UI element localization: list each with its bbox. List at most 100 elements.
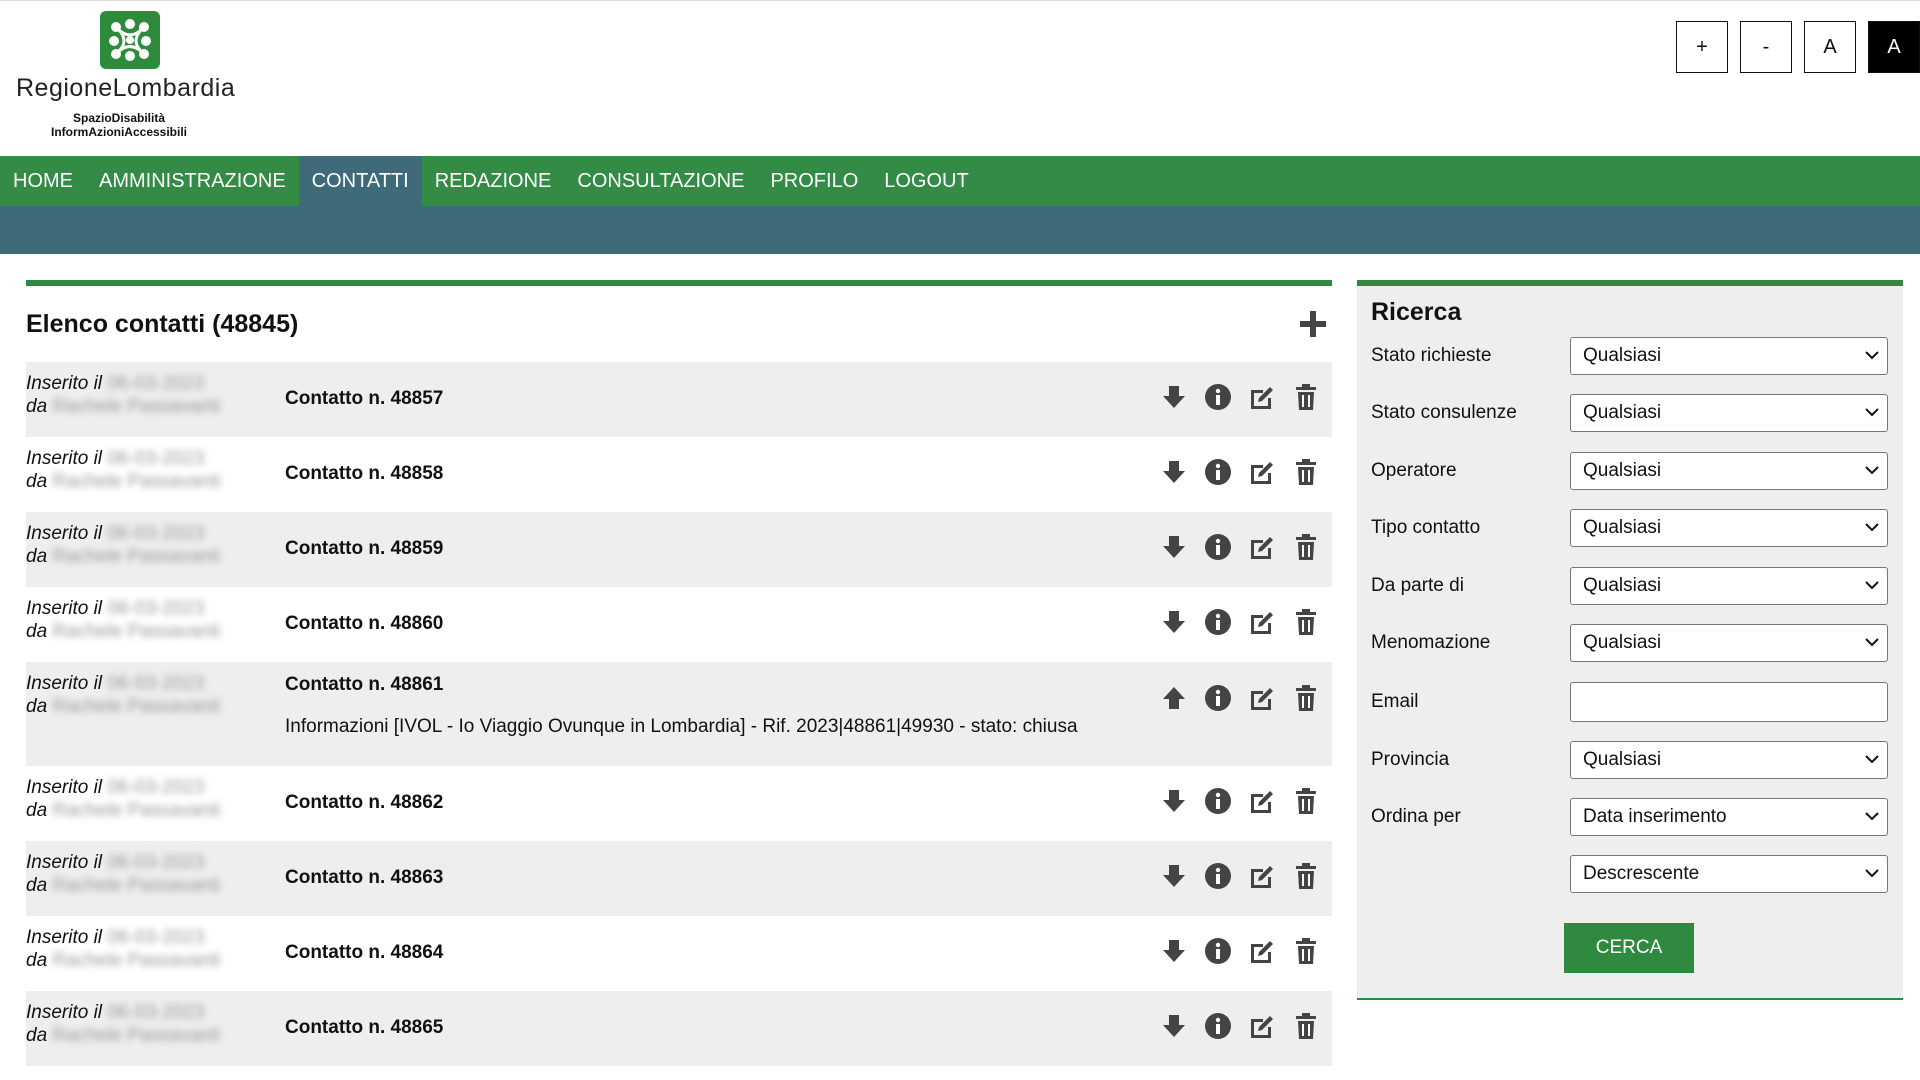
contact-meta: Inserito il 06-03-2023 da Rachele Passava… [26,851,220,897]
search-field-label: Tipo contatto [1371,517,1481,538]
contact-meta: Inserito il 06-03-2023 da Rachele Passava… [26,672,220,718]
inserted-by-user-redacted: Rachele Passavanti [52,696,221,717]
search-select-value: Qualsiasi [1583,749,1662,770]
chevron-down-icon [1865,351,1879,360]
inserted-date-redacted: 06-03-2023 [107,852,205,873]
contact-meta: Inserito il 06-03-2023 da Rachele Passava… [26,597,220,643]
nav-item-contatti[interactable]: CONTATTI [298,156,422,206]
inserted-date-redacted: 06-03-2023 [107,373,205,394]
contacts-list-header: Elenco contatti (48845) [26,286,1332,362]
search-field-label: Stato consulenze [1371,402,1517,423]
search-select[interactable]: Qualsiasi [1570,452,1888,490]
info-icon[interactable] [1204,457,1232,487]
info-icon[interactable] [1204,1011,1232,1041]
search-select[interactable]: Qualsiasi [1570,741,1888,779]
search-select-value: Data inserimento [1583,806,1727,827]
nav-item-home[interactable]: HOME [0,156,86,206]
contacts-list: Inserito il 06-03-2023 da Rachele Passava… [26,362,1332,1066]
nav-item-redazione[interactable]: REDAZIONE [422,156,565,206]
contact-meta: Inserito il 06-03-2023 da Rachele Passava… [26,372,220,418]
edit-icon[interactable] [1248,786,1276,816]
expand-arrow-icon[interactable] [1160,607,1188,637]
search-select-value: Qualsiasi [1583,345,1662,366]
inserted-by-user-redacted: Rachele Passavanti [52,1025,221,1046]
expand-arrow-icon[interactable] [1160,382,1188,412]
expand-arrow-icon[interactable] [1160,457,1188,487]
nav-item-logout[interactable]: LOGOUT [871,156,981,206]
contact-meta: Inserito il 06-03-2023 da Rachele Passava… [26,926,220,972]
inserted-date-redacted: 06-03-2023 [107,673,205,694]
nav-item-profilo[interactable]: PROFILO [757,156,871,206]
high-contrast-button[interactable]: A [1868,21,1920,73]
add-contact-icon[interactable] [1298,309,1328,339]
info-icon[interactable] [1204,532,1232,562]
brand-name: RegioneLombardia [16,74,236,102]
contact-actions [1160,382,1320,412]
search-title: Ricerca [1371,298,1462,326]
inserted-by-label: da [26,696,48,717]
trash-icon[interactable] [1292,786,1320,816]
search-select[interactable]: Qualsiasi [1570,624,1888,662]
inserted-by-label: da [26,396,48,417]
search-select-value: Qualsiasi [1583,460,1662,481]
nav-item-amministrazione[interactable]: AMMINISTRAZIONE [86,156,299,206]
trash-icon[interactable] [1292,936,1320,966]
edit-icon[interactable] [1248,1011,1276,1041]
font-decrease-button[interactable]: - [1740,21,1792,73]
trash-icon[interactable] [1292,382,1320,412]
expand-arrow-icon[interactable] [1160,532,1188,562]
trash-icon[interactable] [1292,607,1320,637]
font-increase-button[interactable]: + [1676,21,1728,73]
info-icon[interactable] [1204,936,1232,966]
info-icon[interactable] [1204,607,1232,637]
search-select-value: Qualsiasi [1583,517,1662,538]
chevron-down-icon [1865,812,1879,821]
edit-icon[interactable] [1248,607,1276,637]
contact-row: Inserito il 06-03-2023 da Rachele Passava… [26,991,1332,1066]
trash-icon[interactable] [1292,683,1320,713]
chevron-down-icon [1865,523,1879,532]
search-select[interactable]: Qualsiasi [1570,394,1888,432]
inserted-label: Inserito il [26,852,103,873]
contact-title: Contatto n. 48858 [285,463,444,484]
search-select[interactable]: Descrescente [1570,855,1888,893]
collapse-arrow-icon[interactable] [1160,683,1188,713]
contact-meta: Inserito il 06-03-2023 da Rachele Passava… [26,447,220,493]
edit-icon[interactable] [1248,861,1276,891]
info-icon[interactable] [1204,861,1232,891]
info-icon[interactable] [1204,382,1232,412]
contact-actions [1160,786,1320,816]
trash-icon[interactable] [1292,457,1320,487]
contact-meta: Inserito il 06-03-2023 da Rachele Passava… [26,1001,220,1047]
search-select[interactable]: Qualsiasi [1570,337,1888,375]
info-icon[interactable] [1204,683,1232,713]
inserted-date-redacted: 06-03-2023 [107,448,205,469]
expand-arrow-icon[interactable] [1160,936,1188,966]
contact-row: Inserito il 06-03-2023 da Rachele Passava… [26,362,1332,437]
search-select[interactable]: Qualsiasi [1570,567,1888,605]
expand-arrow-icon[interactable] [1160,786,1188,816]
trash-icon[interactable] [1292,1011,1320,1041]
trash-icon[interactable] [1292,532,1320,562]
email-field[interactable] [1570,682,1888,722]
nav-item-consultazione[interactable]: CONSULTAZIONE [564,156,757,206]
search-submit-button[interactable]: CERCA [1564,923,1694,973]
trash-icon[interactable] [1292,861,1320,891]
edit-icon[interactable] [1248,532,1276,562]
inserted-date-redacted: 06-03-2023 [107,927,205,948]
search-field-label: Stato richieste [1371,345,1492,366]
expand-arrow-icon[interactable] [1160,861,1188,891]
brand-subtitle-line1: SpazioDisabilità [72,111,166,125]
edit-icon[interactable] [1248,457,1276,487]
info-icon[interactable] [1204,786,1232,816]
edit-icon[interactable] [1248,382,1276,412]
expand-arrow-icon[interactable] [1160,1011,1188,1041]
search-select[interactable]: Qualsiasi [1570,509,1888,547]
regione-lombardia-logo[interactable]: RegioneLombardia SpazioDisabilità Inform… [14,9,254,149]
edit-icon[interactable] [1248,683,1276,713]
search-select[interactable]: Data inserimento [1570,798,1888,836]
edit-icon[interactable] [1248,936,1276,966]
search-field-label: Email [1371,691,1419,712]
normal-contrast-button[interactable]: A [1804,21,1856,73]
inserted-date-redacted: 06-03-2023 [107,598,205,619]
